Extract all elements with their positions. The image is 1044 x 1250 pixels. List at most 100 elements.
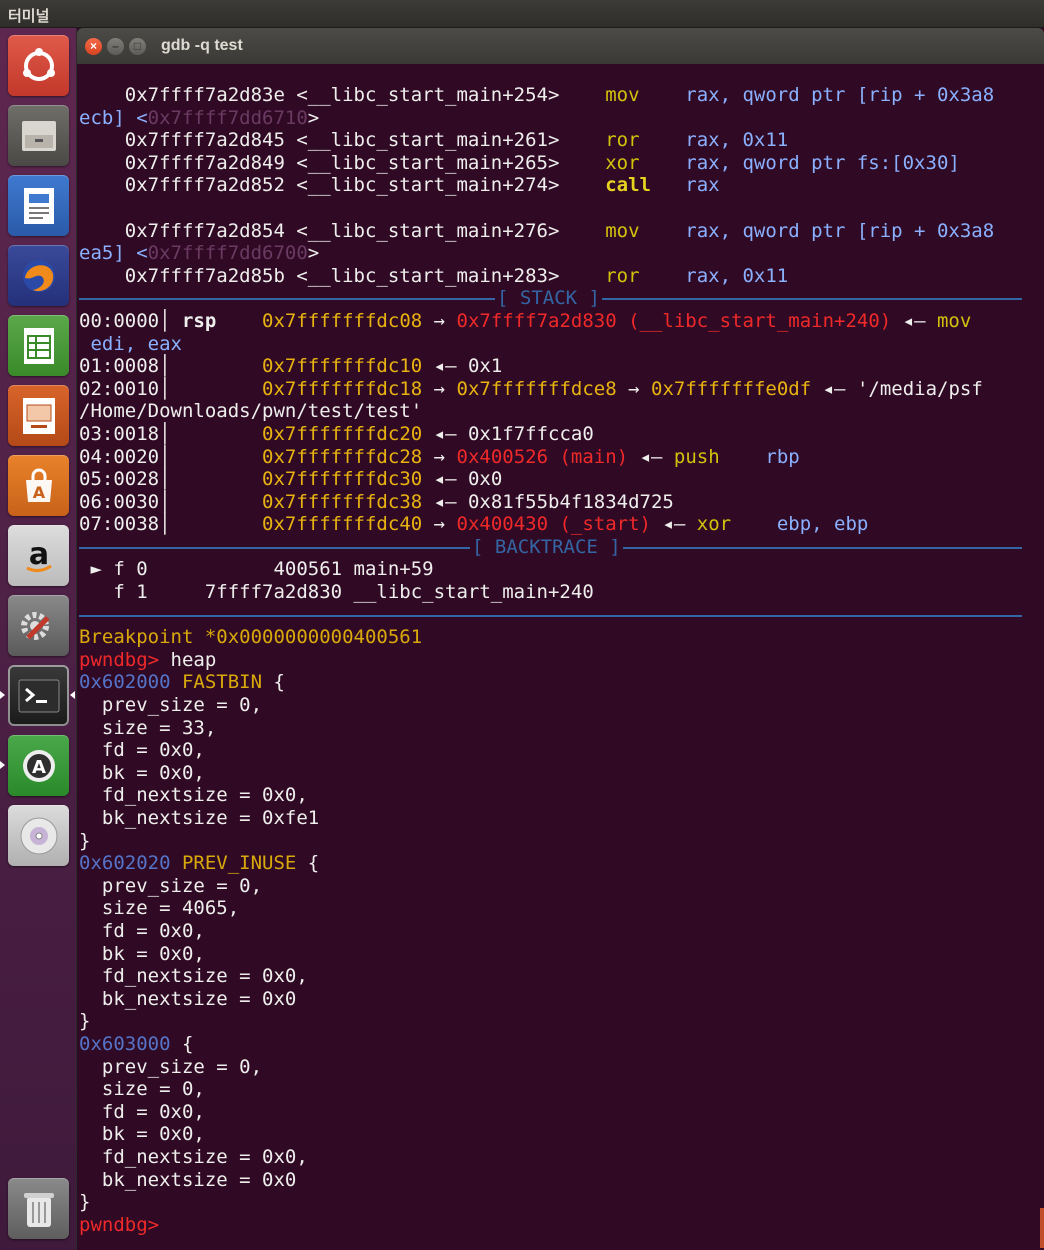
stack-divider: │: [159, 309, 171, 332]
launcher-files[interactable]: [8, 105, 69, 166]
disasm-address: 0x7ffff7a2d852 <__libc_start_main+274>: [79, 174, 606, 197]
stack-separator: [ STACK ]: [77, 287, 1044, 310]
launcher-firefox[interactable]: [8, 245, 69, 306]
stack-register: [171, 491, 263, 513]
stack-register: [171, 423, 263, 445]
heap-chunk-close: }: [77, 830, 1044, 853]
heap-field-text: prev_size = 0,: [79, 694, 263, 717]
disasm-operands: rax, qword ptr fs:[0x30]: [685, 151, 960, 174]
stack-register: [171, 378, 263, 400]
heap-field: prev_size = 0,: [77, 1056, 1044, 1079]
disasm-operands: rax, qword ptr [rip + 0x3a8: [685, 219, 995, 242]
stack-value: 0x81f55b4f1834d725: [467, 490, 674, 513]
stack-value: 0x1: [467, 355, 503, 378]
stack-annotation: push: [662, 445, 720, 468]
stack-divider: │: [159, 468, 171, 491]
stack-divider: │: [159, 355, 171, 378]
stack-separator-label: [ STACK ]: [495, 287, 602, 310]
disasm-continuation: ecb] <0x7ffff7dd6710>: [77, 107, 1044, 130]
focused-indicator: [70, 691, 75, 699]
stack-arrow: →: [616, 377, 652, 400]
stack-arrow: ◂—: [811, 377, 846, 400]
launcher-ubuntu-dash[interactable]: [8, 35, 69, 96]
stack-address: 0x7fffffffdc20: [262, 422, 434, 445]
backtrace-frame: f 1 7ffff7a2d830 __libc_start_main+240: [77, 581, 1044, 604]
stack-index: 00:0000: [79, 309, 160, 332]
close-button[interactable]: ×: [85, 37, 102, 55]
writer-document-icon: [22, 186, 56, 226]
heap-field-text: bk = 0x0,: [79, 942, 205, 965]
launcher-trash[interactable]: [8, 1178, 69, 1239]
launcher-terminal[interactable]: [8, 665, 69, 726]
launcher-calc[interactable]: [8, 315, 69, 376]
disasm-address: 0x7ffff7a2d83e <__libc_start_main+254>: [79, 84, 606, 106]
launcher-software-center[interactable]: A: [8, 455, 69, 516]
launcher-impress[interactable]: [8, 385, 69, 446]
stack-annotation-operands: ebp, ebp: [731, 513, 869, 536]
launcher-amazon[interactable]: a: [8, 525, 69, 586]
prompt-line: pwndbg> heap: [77, 649, 1044, 672]
stack-arrow: →: [433, 513, 457, 536]
stack-row: 07:0038│ 0x7fffffffdc40 → 0x400430 (_sta…: [77, 513, 1044, 536]
launcher-software-updater[interactable]: A: [8, 735, 69, 796]
window-titlebar[interactable]: × – □ gdb -q test: [77, 28, 1044, 64]
backtrace-separator-label: [ BACKTRACE ]: [470, 535, 623, 559]
stack-register: rsp: [170, 309, 263, 332]
terminal-content[interactable]: 0x7ffff7a2d83e <__libc_start_main+254> m…: [77, 64, 1044, 1250]
launcher-system-settings[interactable]: [8, 595, 69, 656]
stack-divider: │: [159, 445, 171, 468]
file-cabinet-icon: [19, 118, 59, 154]
backtrace-text: f 1 7ffff7a2d830 __libc_start_main+240: [79, 581, 594, 604]
stack-value: 0x0: [467, 468, 503, 491]
launcher-writer[interactable]: [8, 175, 69, 236]
heap-chunk-header: 0x603000 {: [77, 1033, 1044, 1056]
window-title: gdb -q test: [161, 37, 243, 54]
stack-arrow: →: [433, 445, 457, 468]
disasm-address: 0x7ffff7a2d854 <__libc_start_main+276>: [79, 219, 606, 242]
stack-row-continuation: edi, eax: [77, 333, 1044, 356]
disasm-cont-address: 0x7ffff7dd6710: [147, 106, 308, 129]
stack-value: 0x7ffff7a2d830 (__libc_start_main+240): [456, 309, 892, 332]
stack-index: 03:0018: [79, 422, 160, 445]
terminal-icon: [17, 678, 61, 714]
heap-field: bk_nextsize = 0x0: [77, 988, 1044, 1011]
stack-annotation: '/media/psf: [845, 377, 983, 400]
stack-annotation: xor: [685, 513, 732, 536]
stack-register: [171, 355, 263, 377]
disasm-mnemonic: ror: [605, 264, 686, 287]
stack-arrow: ◂—: [433, 355, 468, 378]
stack-divider: │: [159, 490, 171, 513]
top-panel: 터미널: [0, 0, 1044, 28]
heap-field-text: fd = 0x0,: [79, 739, 205, 762]
disasm-cont-text: ecb] <: [79, 106, 148, 129]
heap-field-text: size = 0,: [79, 1078, 205, 1101]
heap-brace: {: [262, 671, 285, 694]
heap-field-text: bk = 0x0,: [79, 761, 205, 784]
launcher-dvd[interactable]: [8, 805, 69, 866]
heap-field: bk_nextsize = 0x0: [77, 1169, 1044, 1192]
heap-field-text: fd = 0x0,: [79, 1100, 205, 1123]
disasm-mnemonic: call: [605, 174, 686, 197]
disasm-cont-address: 0x7ffff7dd6700: [147, 242, 308, 265]
stack-value: 0x7fffffffe0df: [651, 377, 812, 400]
stack-index: 02:0010: [79, 377, 160, 400]
stack-arrow: ◂—: [651, 513, 686, 536]
firefox-icon: [19, 256, 59, 296]
heap-chunk-label: FASTBIN: [170, 671, 263, 694]
shopping-bag-icon: A: [20, 466, 58, 506]
heap-field: size = 33,: [77, 717, 1044, 740]
heap-field-text: bk_nextsize = 0xfe1: [79, 807, 320, 829]
heap-field-text: fd_nextsize = 0x0,: [79, 1145, 308, 1168]
disasm-line: 0x7ffff7a2d854 <__libc_start_main+276> m…: [77, 220, 1044, 243]
heap-field: fd_nextsize = 0x0,: [77, 1146, 1044, 1169]
stack-arrow: →: [433, 309, 457, 332]
terminal-window[interactable]: × – □ gdb -q test 0x7ffff7a2d83e <__libc…: [77, 28, 1044, 1250]
scrollbar-indicator[interactable]: [1040, 1208, 1044, 1248]
disasm-cont-end: >: [307, 242, 320, 265]
disasm-line: 0x7ffff7a2d852 <__libc_start_main+274> c…: [77, 174, 1044, 197]
maximize-button[interactable]: □: [129, 37, 146, 55]
disasm-line: 0x7ffff7a2d845 <__libc_start_main+261> r…: [77, 129, 1044, 152]
heap-field: bk = 0x0,: [77, 943, 1044, 966]
minimize-button[interactable]: –: [107, 37, 124, 55]
stack-divider: │: [159, 422, 171, 445]
